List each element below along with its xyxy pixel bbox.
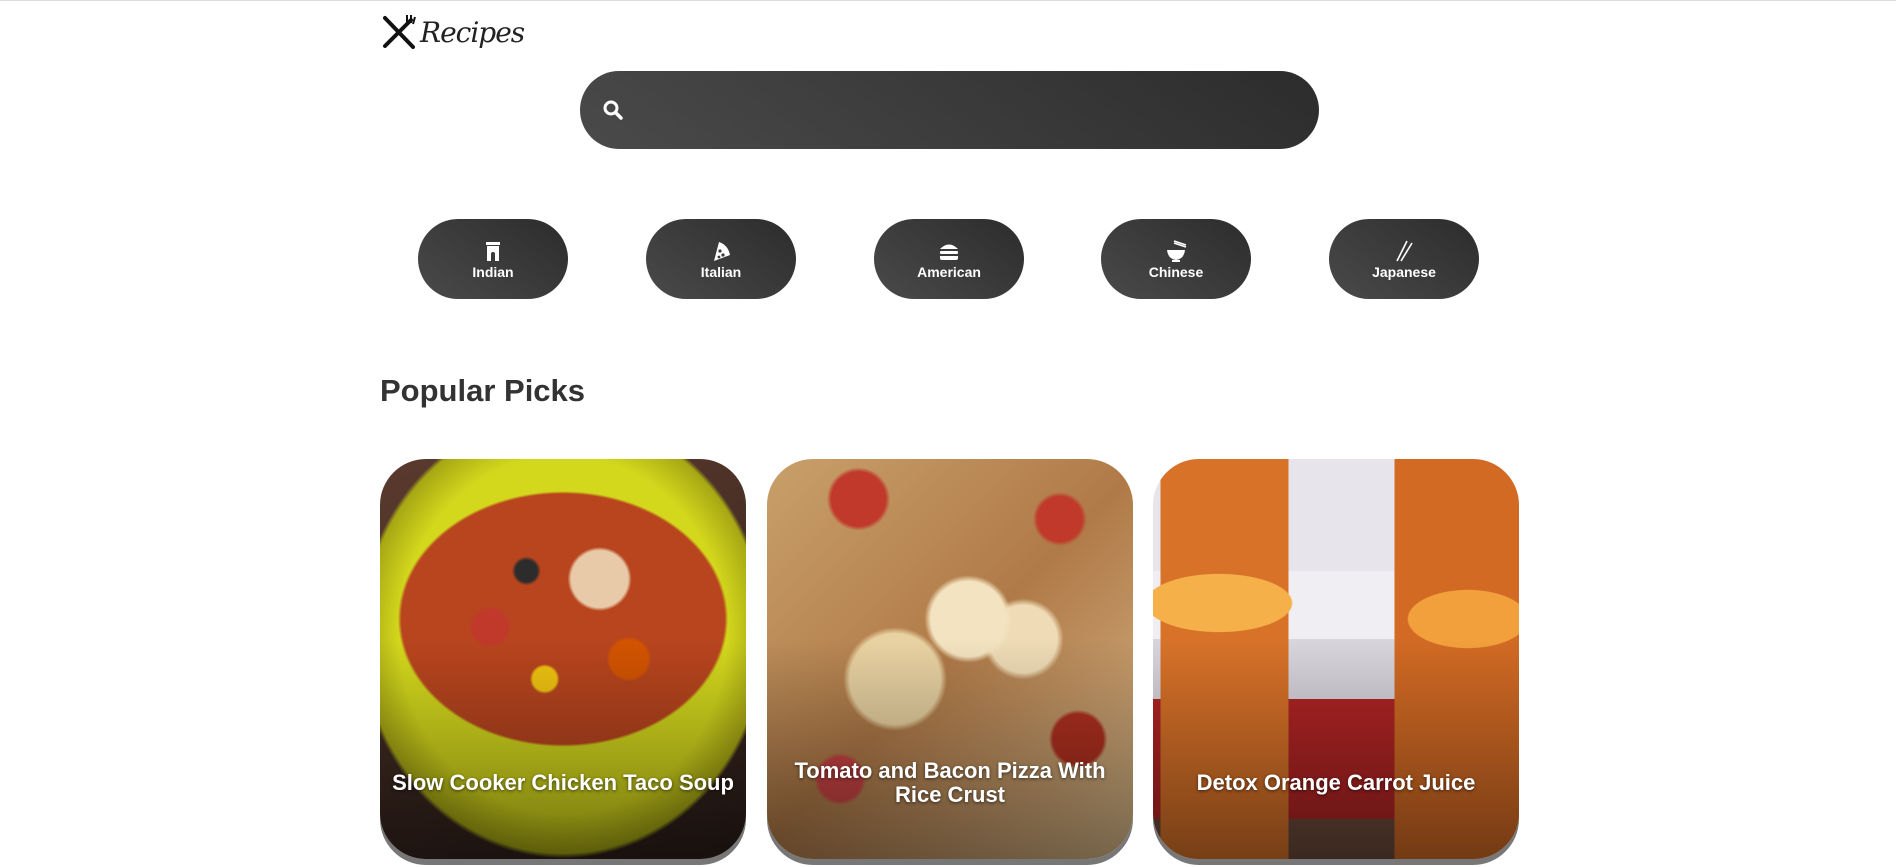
section-title: Popular Picks bbox=[380, 373, 586, 408]
chopsticks-icon bbox=[1396, 240, 1413, 261]
category-label: Italian bbox=[700, 263, 742, 280]
category-label: American bbox=[917, 263, 981, 280]
search-bar[interactable] bbox=[580, 71, 1319, 149]
recipe-title: Tomato and Bacon Pizza With Rice Crust bbox=[794, 758, 1106, 807]
category-chinese-button[interactable]: Chinese bbox=[1101, 219, 1251, 299]
category-indian-button[interactable]: Indian bbox=[418, 219, 568, 299]
category-label: Indian bbox=[472, 263, 514, 280]
gate-icon bbox=[486, 241, 500, 261]
recipe-card[interactable]: Detox Orange Carrot Juice bbox=[1153, 459, 1519, 859]
recipe-title: Slow Cooker Chicken Taco Soup bbox=[392, 770, 734, 795]
burger-icon bbox=[940, 244, 958, 260]
recipe-title: Detox Orange Carrot Juice bbox=[1196, 770, 1476, 795]
recipe-card[interactable]: Slow Cooker Chicken Taco Soup bbox=[380, 459, 746, 859]
recipe-card[interactable]: Tomato and Bacon Pizza With Rice Crust bbox=[767, 459, 1133, 859]
category-american-button[interactable]: American bbox=[874, 219, 1024, 299]
logo-link[interactable]: Recipes bbox=[380, 13, 525, 51]
category-label: Chinese bbox=[1148, 263, 1204, 280]
fork-knife-icon bbox=[383, 15, 416, 49]
pizza-icon bbox=[714, 241, 730, 261]
category-label: Japanese bbox=[1372, 263, 1436, 280]
search-input[interactable] bbox=[644, 96, 1289, 124]
category-italian-button[interactable]: Italian bbox=[646, 219, 796, 299]
logo-text: Recipes bbox=[420, 15, 525, 49]
category-japanese-button[interactable]: Japanese bbox=[1329, 219, 1479, 299]
ramen-bowl-icon bbox=[1167, 239, 1187, 262]
search-icon bbox=[603, 100, 623, 120]
